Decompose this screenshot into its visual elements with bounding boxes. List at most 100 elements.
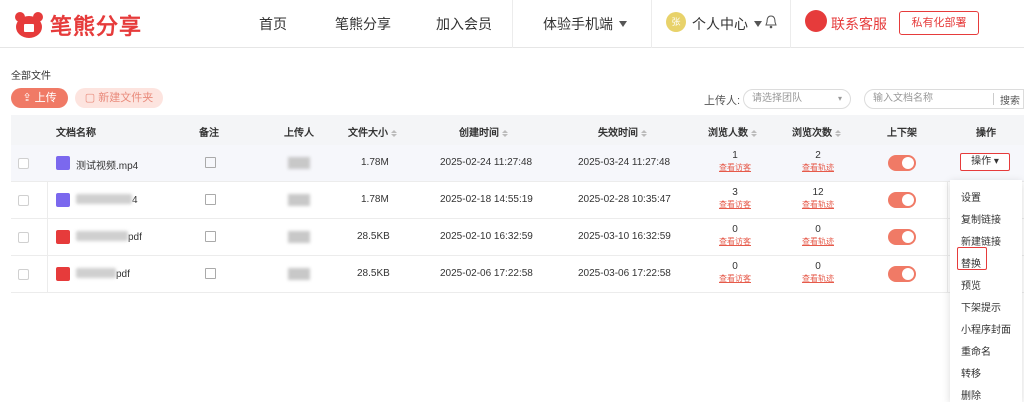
listed-toggle[interactable] (888, 192, 916, 208)
row-checkbox[interactable] (18, 269, 29, 280)
viewer-count: 0 查看访客 (705, 261, 765, 284)
created-time: 2025-02-06 17:22:58 (440, 268, 533, 279)
menu-item-copy-link[interactable]: 复制链接 (961, 211, 1001, 226)
nav-divider (790, 0, 791, 48)
created-time: 2025-02-24 11:27:48 (440, 157, 533, 168)
col-expires[interactable]: 失效时间 (598, 124, 647, 139)
breadcrumb[interactable]: 全部文件 (11, 67, 51, 82)
uploader-team-select[interactable]: 请选择团队 ▾ (743, 89, 851, 109)
nav-join-member[interactable]: 加入会员 (436, 14, 492, 34)
new-folder-button[interactable]: ▢ 新建文件夹 (75, 88, 163, 108)
col-created[interactable]: 创建时间 (459, 124, 508, 139)
nav-mobile[interactable]: 体验手机端 (543, 14, 627, 34)
view-count-value: 0 (815, 261, 821, 272)
chevron-down-icon (754, 21, 762, 27)
viewer-count-value: 0 (732, 224, 738, 235)
file-name[interactable]: 4 (76, 194, 138, 206)
col-viewers-label: 浏览人数 (708, 128, 748, 139)
view-trace-link[interactable]: 查看轨迹 (788, 236, 848, 247)
file-name[interactable]: pdf (76, 231, 142, 243)
search-divider (993, 93, 994, 105)
table-row[interactable]: 4 1.78M 2025-02-18 14:55:19 2025-02-28 1… (11, 182, 1024, 219)
action-dropdown-menu: 设置 复制链接 新建链接 替换 预览 下架提示 小程序封面 重命名 转移 删除 (950, 180, 1022, 402)
brand-name: 笔熊分享 (50, 14, 143, 39)
view-trace-link[interactable]: 查看轨迹 (788, 162, 848, 173)
avatar[interactable]: 张 (666, 12, 686, 32)
created-time: 2025-02-18 14:55:19 (440, 194, 533, 205)
viewer-count: 1 查看访客 (705, 150, 765, 173)
redacted-name (76, 194, 132, 204)
view-count: 0 查看轨迹 (788, 261, 848, 284)
sort-icon[interactable] (391, 130, 397, 137)
col-viewers[interactable]: 浏览人数 (708, 124, 757, 139)
row-checkbox[interactable] (18, 195, 29, 206)
bell-icon[interactable] (765, 15, 777, 29)
menu-item-rename[interactable]: 重命名 (961, 343, 991, 358)
view-visitors-link[interactable]: 查看访客 (705, 236, 765, 247)
edit-note-icon[interactable] (205, 194, 216, 205)
sort-icon[interactable] (751, 130, 757, 137)
menu-item-replace[interactable]: 替换 (961, 255, 981, 270)
col-name: 文档名称 (56, 128, 96, 139)
expires-time: 2025-03-24 11:27:48 (578, 157, 671, 168)
file-name[interactable]: pdf (76, 268, 130, 280)
video-file-icon (56, 156, 70, 170)
nav-share[interactable]: 笔熊分享 (335, 14, 391, 34)
col-uploader: 上传人 (284, 128, 314, 139)
table-row[interactable]: pdf 28.5KB 2025-02-06 17:22:58 2025-03-0… (11, 256, 1024, 293)
private-deploy-button[interactable]: 私有化部署 (899, 11, 979, 35)
menu-item-miniprogram-cover[interactable]: 小程序封面 (961, 321, 1011, 336)
col-listed: 上下架 (887, 128, 917, 139)
redacted-name (76, 268, 116, 278)
pdf-file-icon (56, 267, 70, 281)
edit-note-icon[interactable] (205, 157, 216, 168)
view-trace-link[interactable]: 查看轨迹 (788, 273, 848, 284)
upload-button[interactable]: ⇪ 上传 (11, 88, 68, 108)
table-row[interactable]: 测试视频.mp4 1.78M 2025-02-24 11:27:48 2025-… (11, 145, 1024, 182)
nav-user-center[interactable]: 个人中心 (692, 14, 762, 34)
uploader-avatar (288, 194, 310, 206)
search-button[interactable]: 搜索 (1000, 92, 1020, 107)
viewer-count-value: 3 (732, 187, 738, 198)
file-name[interactable]: 测试视频.mp4 (76, 157, 138, 172)
col-action: 操作 (976, 128, 996, 139)
listed-toggle[interactable] (888, 155, 916, 171)
sort-icon[interactable] (835, 130, 841, 137)
menu-item-preview[interactable]: 预览 (961, 277, 981, 292)
col-created-label: 创建时间 (459, 128, 499, 139)
edit-note-icon[interactable] (205, 268, 216, 279)
new-folder-label: 新建文件夹 (98, 92, 154, 104)
viewer-count-value: 0 (732, 261, 738, 272)
edit-note-icon[interactable] (205, 231, 216, 242)
sort-icon[interactable] (641, 130, 647, 137)
view-count-value: 2 (815, 150, 821, 161)
redacted-name (76, 231, 128, 241)
listed-toggle[interactable] (888, 229, 916, 245)
expires-time: 2025-02-28 10:35:47 (578, 194, 671, 205)
nav-user-center-label: 个人中心 (692, 16, 748, 32)
customer-service-icon[interactable] (805, 10, 827, 32)
col-size[interactable]: 文件大小 (348, 124, 397, 139)
col-views[interactable]: 浏览次数 (792, 124, 841, 139)
created-time: 2025-02-10 16:32:59 (440, 231, 533, 242)
table-row[interactable]: pdf 28.5KB 2025-02-10 16:32:59 2025-03-1… (11, 219, 1024, 256)
menu-item-new-link[interactable]: 新建链接 (961, 233, 1001, 248)
menu-item-delete[interactable]: 删除 (961, 387, 981, 402)
view-visitors-link[interactable]: 查看访客 (705, 199, 765, 210)
menu-item-transfer[interactable]: 转移 (961, 365, 981, 380)
viewer-count: 3 查看访客 (705, 187, 765, 210)
nav-home[interactable]: 首页 (259, 14, 287, 34)
customer-service-link[interactable]: 联系客服 (831, 14, 887, 34)
brand-logo[interactable]: 笔熊分享 (14, 9, 142, 41)
row-checkbox[interactable] (18, 232, 29, 243)
menu-item-delist-notice[interactable]: 下架提示 (961, 299, 1001, 314)
menu-item-settings[interactable]: 设置 (961, 189, 981, 204)
row-checkbox[interactable] (18, 158, 29, 169)
listed-toggle[interactable] (888, 266, 916, 282)
sort-icon[interactable] (502, 130, 508, 137)
view-visitors-link[interactable]: 查看访客 (705, 273, 765, 284)
uploader-avatar (288, 231, 310, 243)
action-dropdown-button[interactable]: 操作 ▾ (960, 153, 1010, 171)
view-trace-link[interactable]: 查看轨迹 (788, 199, 848, 210)
view-visitors-link[interactable]: 查看访客 (705, 162, 765, 173)
